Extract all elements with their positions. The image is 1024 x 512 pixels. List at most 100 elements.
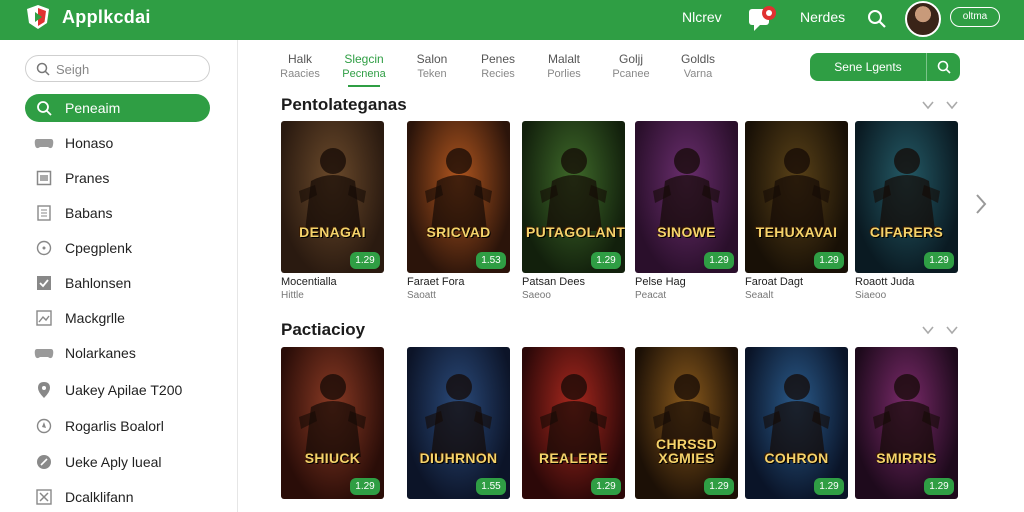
search-icon[interactable] xyxy=(926,53,960,81)
sidebar: Seigh Peneaim Honaso Pranes Babans Cpegp… xyxy=(0,40,238,512)
game-card[interactable]: CHRSSD XGMIES 1.29 xyxy=(635,347,738,499)
game-card-label[interactable]: Faraet Fora Saoatt xyxy=(407,276,507,302)
sidebar-item-label: Pranes xyxy=(65,170,110,186)
game-card[interactable]: REALERE 1.29 xyxy=(522,347,625,499)
sidebar-item-babans[interactable]: Babans xyxy=(25,199,210,227)
sidebar-item-peneaim[interactable]: Peneaim xyxy=(25,94,210,122)
tab-goljj[interactable]: Goljj Pcanee xyxy=(601,52,661,82)
sidebar-item-label: Ueke Aply lueal xyxy=(65,454,162,470)
section-collapse-controls[interactable] xyxy=(921,323,961,337)
tab-label: Salon xyxy=(416,52,448,66)
rating-badge: 1.29 xyxy=(350,478,380,495)
sidebar-item-label: Mackgrlle xyxy=(65,310,125,326)
game-card[interactable]: DIUHRNON 1.55 xyxy=(407,347,510,499)
sidebar-item-mackgrlle[interactable]: Mackgrlle xyxy=(25,304,210,332)
search-icon[interactable] xyxy=(866,8,888,30)
rating-badge: 1.29 xyxy=(814,252,844,269)
game-card[interactable]: SMIRRIS 1.29 xyxy=(855,347,958,499)
sidebar-item-rogarlis[interactable]: Rogarlis Boalorl xyxy=(25,412,210,440)
section-title: Pentolateganas xyxy=(281,95,407,114)
character-figure xyxy=(425,374,492,457)
sidebar-item-label: Bahlonsen xyxy=(65,275,132,291)
sidebar-item-uakey[interactable]: Uakey Apilae T200 xyxy=(25,376,210,404)
section-collapse-controls[interactable] xyxy=(921,98,961,112)
game-title-art: SMIRRIS xyxy=(876,450,937,466)
game-title-art: CIFARERS xyxy=(869,224,944,240)
rating-badge: 1.29 xyxy=(704,478,734,495)
game-card[interactable]: DENAGAI 1.29 xyxy=(281,121,384,273)
game-meta: Peacat xyxy=(635,290,667,301)
tab-label: Goljj xyxy=(618,52,643,66)
box-icon xyxy=(34,168,54,188)
rating-badge: 1.53 xyxy=(476,252,506,269)
top-bar: Applkcdai Nlcrev Nerdes oltma xyxy=(0,0,1024,40)
play-shield-logo[interactable] xyxy=(26,4,50,30)
section-title: Pactiacioy xyxy=(281,320,366,339)
tab-malalt[interactable]: Malalt Porlies xyxy=(534,52,594,82)
tab-penes[interactable]: Penes Recies xyxy=(468,52,528,82)
sidebar-item-label: Honaso xyxy=(65,135,114,151)
tab-salon[interactable]: Salon Teken xyxy=(402,52,462,82)
character-figure xyxy=(540,148,607,231)
character-figure xyxy=(873,374,940,457)
chat-bubble-icon[interactable] xyxy=(748,5,778,33)
tab-slegcin[interactable]: Slegcin Pecnena xyxy=(334,52,394,87)
sidebar-item-nolarkanes[interactable]: Nolarkanes xyxy=(25,339,210,367)
game-card[interactable]: SRICVAD 1.53 xyxy=(407,121,510,273)
compass-icon xyxy=(34,416,54,436)
game-card-label[interactable]: Patsan Dees Saeoo xyxy=(522,276,622,302)
top-link-nerdes[interactable]: Nerdes xyxy=(800,9,845,25)
sidebar-item-dcalklifann[interactable]: Dcalklifann xyxy=(25,483,210,511)
game-card-label[interactable]: Mocentialla Hittle xyxy=(281,276,381,302)
avatar[interactable] xyxy=(905,1,941,37)
sidebar-item-label: Nolarkanes xyxy=(65,345,136,361)
tab-sublabel: Pcanee xyxy=(612,68,650,80)
rating-badge: 1.29 xyxy=(591,478,621,495)
account-pill-button[interactable]: oltma xyxy=(950,7,1000,27)
rating-badge: 1.55 xyxy=(476,478,506,495)
character-figure xyxy=(653,148,720,231)
search-agents-button[interactable]: Sene Lgents xyxy=(810,53,960,81)
search-icon xyxy=(34,98,54,118)
game-card-label[interactable]: Roaott Juda Siaeoo xyxy=(855,276,955,302)
sidebar-item-ueke[interactable]: Ueke Aply lueal xyxy=(25,448,210,476)
sidebar-item-honaso[interactable]: Honaso xyxy=(25,129,210,157)
game-card[interactable]: TEHUXAVAI 1.29 xyxy=(745,121,848,273)
character-figure xyxy=(873,148,940,231)
sidebar-item-label: Uakey Apilae T200 xyxy=(65,382,183,398)
sidebar-item-label: Dcalklifann xyxy=(65,489,134,505)
sidebar-search-input[interactable]: Seigh xyxy=(25,55,210,82)
game-card[interactable]: COHRON 1.29 xyxy=(745,347,848,499)
game-card[interactable]: PUTAGOLANT 1.29 xyxy=(522,121,625,273)
game-card[interactable]: CIFARERS 1.29 xyxy=(855,121,958,273)
game-card[interactable]: SHIUCK 1.29 xyxy=(281,347,384,499)
clock-icon xyxy=(34,238,54,258)
character-figure xyxy=(540,374,607,457)
game-card-label[interactable]: Faroat Dagt Seaalt xyxy=(745,276,845,302)
game-meta: Hittle xyxy=(281,290,304,301)
tab-label: Halk xyxy=(287,52,312,66)
tab-label: Penes xyxy=(480,52,516,66)
game-card-label[interactable]: Pelse Hag Peacat xyxy=(635,276,735,302)
game-name: Mocentialla xyxy=(281,276,337,288)
tab-halk[interactable]: Halk Raacies xyxy=(270,52,330,82)
game-title-art: CHRSSD XGMIES xyxy=(656,436,717,466)
top-link-news[interactable]: Nlcrev xyxy=(682,9,722,25)
sidebar-item-cpegplenk[interactable]: Cpegplenk xyxy=(25,234,210,262)
cta-label: Sene Lgents xyxy=(834,60,902,74)
game-meta: Saeoo xyxy=(522,290,551,301)
sidebar-item-bahlonsen[interactable]: Bahlonsen xyxy=(25,269,210,297)
rating-badge: 1.29 xyxy=(814,478,844,495)
character-figure xyxy=(763,148,830,231)
game-name: Pelse Hag xyxy=(635,276,686,288)
game-name: Patsan Dees xyxy=(522,276,585,288)
game-card[interactable]: SINOWE 1.29 xyxy=(635,121,738,273)
sidebar-item-pranes[interactable]: Pranes xyxy=(25,164,210,192)
tab-goldls[interactable]: Goldls Varna xyxy=(668,52,728,82)
tab-sublabel: Raacies xyxy=(280,68,320,80)
image-icon xyxy=(34,308,54,328)
chevron-right-icon[interactable] xyxy=(973,192,989,216)
rating-badge: 1.29 xyxy=(591,252,621,269)
game-title-art: TEHUXAVAI xyxy=(755,224,838,240)
game-meta: Saoatt xyxy=(407,290,436,301)
